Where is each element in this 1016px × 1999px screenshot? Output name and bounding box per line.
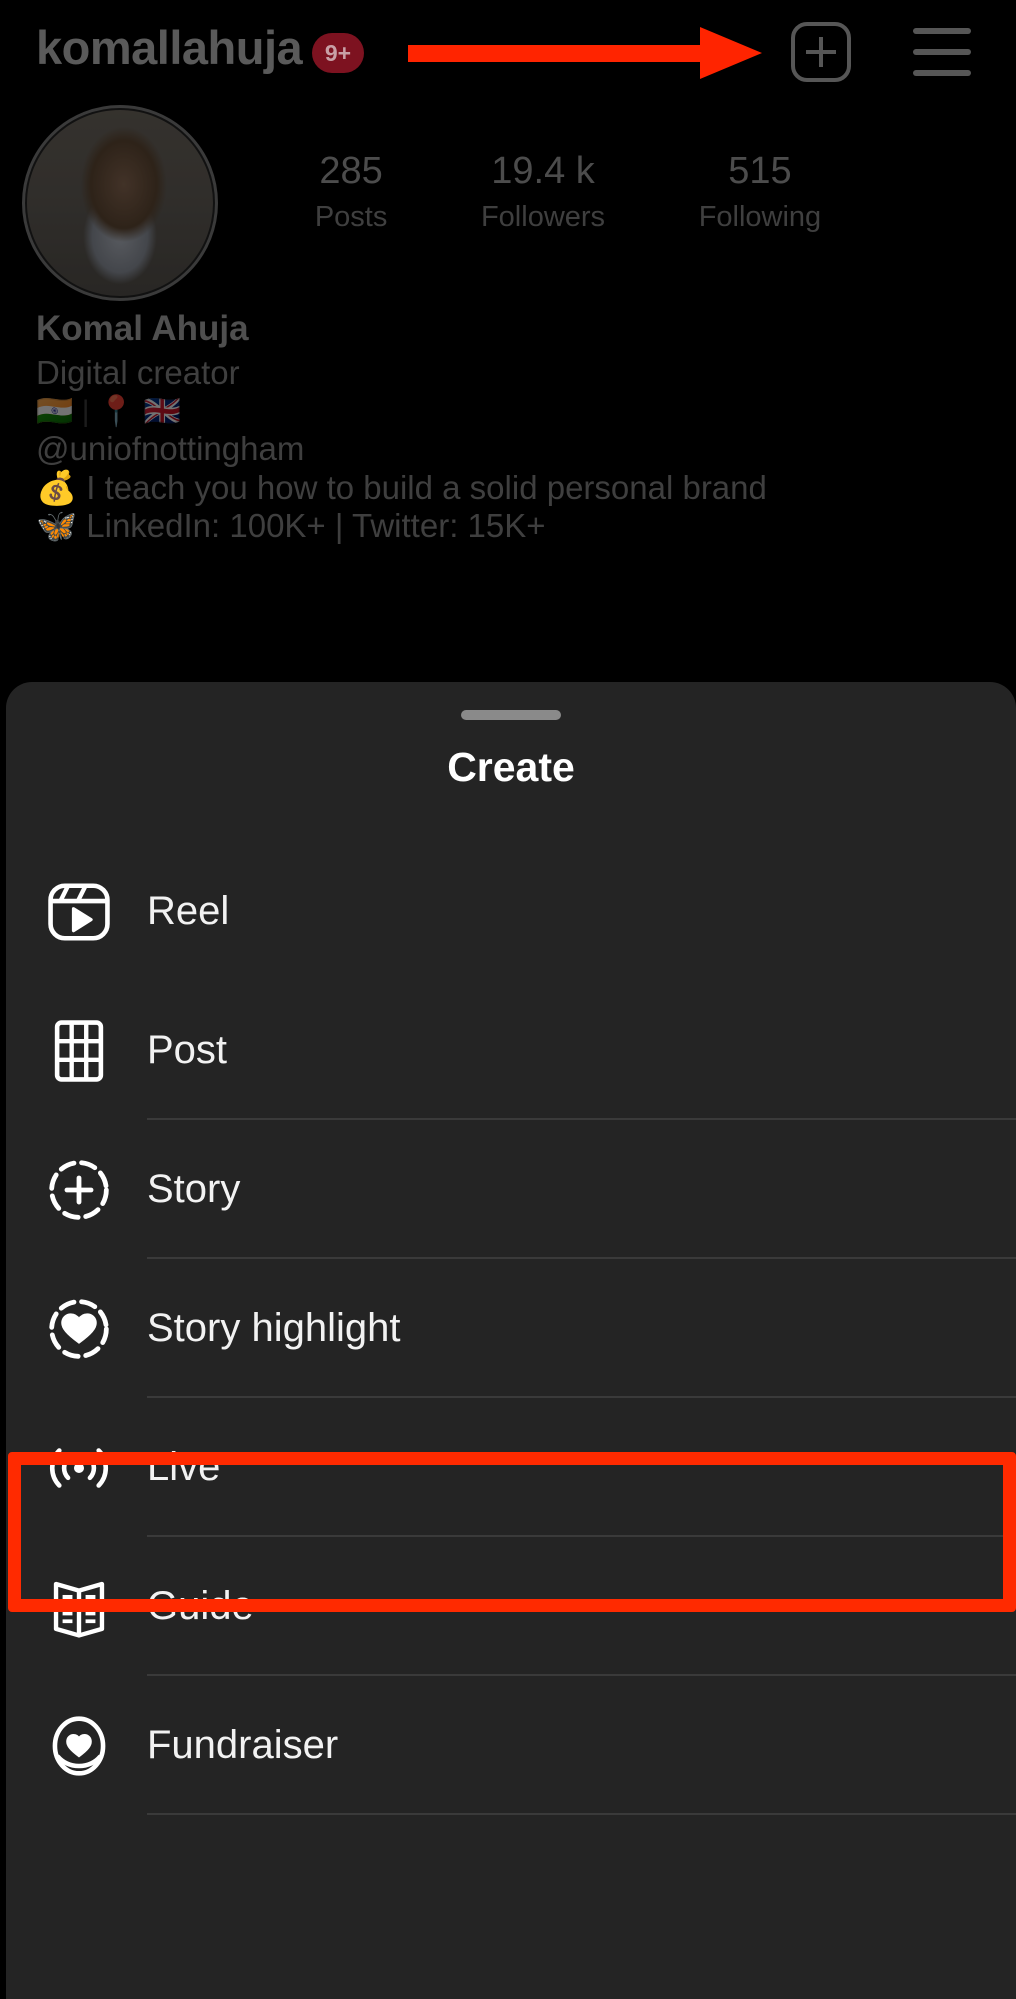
create-option-live[interactable]: Live [6, 1398, 1016, 1537]
guide-book-icon [44, 1572, 114, 1642]
annotation-arrow [408, 27, 788, 79]
bio-line-mention[interactable]: @uniofnottingham [36, 430, 976, 468]
drag-handle[interactable] [461, 710, 561, 720]
create-option-guide[interactable]: Guide [6, 1537, 1016, 1676]
create-option-label: Story highlight [147, 1306, 401, 1350]
profile-display-name: Komal Ahuja [36, 309, 249, 348]
story-highlight-icon [44, 1294, 114, 1364]
bio-line-pitch: 💰 I teach you how to build a solid perso… [36, 468, 767, 506]
plus-square-icon[interactable] [791, 22, 851, 82]
create-option-label: Fundraiser [147, 1723, 339, 1767]
sheet-title: Create [447, 744, 575, 790]
profile-bio: Komal Ahuja Digital creator 🇮🇳 | 📍 🇬🇧 @u… [36, 308, 976, 545]
create-option-fundraiser[interactable]: Fundraiser [6, 1676, 1016, 1815]
profile-stats: 285 Posts 19.4 k Followers 515 Following [268, 150, 868, 234]
notification-badge[interactable]: 9+ [312, 33, 364, 73]
bio-line-flags: 🇮🇳 | 📍 🇬🇧 [36, 394, 181, 428]
create-option-label: Story [147, 1167, 241, 1211]
reel-icon [44, 877, 114, 947]
hamburger-menu-icon[interactable] [913, 28, 971, 76]
create-option-label: Guide [147, 1584, 254, 1628]
fundraiser-heart-icon [44, 1711, 114, 1781]
live-broadcast-icon [44, 1433, 114, 1503]
create-option-story-highlight[interactable]: Story highlight [6, 1259, 1016, 1398]
create-option-label: Post [147, 1028, 228, 1072]
create-option-story[interactable]: Story [6, 1120, 1016, 1259]
create-option-post[interactable]: Post [6, 981, 1016, 1120]
create-option-label: Reel [147, 889, 230, 933]
bio-line-socials: 🦋 LinkedIn: 100K+ | Twitter: 15K+ [36, 506, 546, 544]
create-bottom-sheet: Create Reel Post Story Story highlight L… [6, 682, 1016, 1999]
stat-followers[interactable]: 19.4 k Followers [481, 150, 605, 234]
profile-category: Digital creator [36, 354, 240, 392]
profile-username[interactable]: komallahuja [36, 20, 303, 75]
story-plus-icon [44, 1155, 114, 1225]
grid-post-icon [44, 1016, 114, 1086]
instagram-profile-screen: komallahuja 9+ 285 Posts 19.4 k Follower… [0, 0, 1016, 1999]
stat-posts[interactable]: 285 Posts [315, 150, 388, 234]
avatar[interactable] [22, 105, 218, 301]
stat-following[interactable]: 515 Following [699, 150, 822, 234]
create-options-list: Reel Post Story Story highlight Live Gui… [6, 842, 1016, 1815]
create-option-label: Live [147, 1445, 221, 1489]
create-option-reel[interactable]: Reel [6, 842, 1016, 981]
